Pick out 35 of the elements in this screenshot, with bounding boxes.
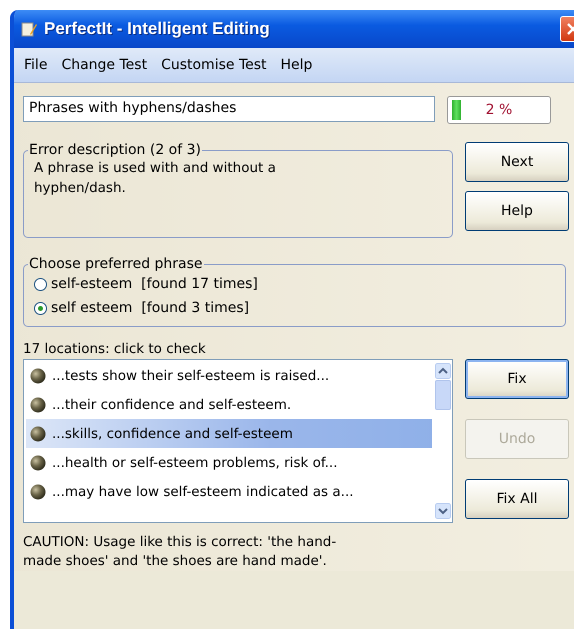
- group-title: Error description (2 of 3): [28, 142, 202, 158]
- app-icon: [20, 20, 38, 38]
- ball-icon: [30, 484, 46, 500]
- dialog-button[interactable]: Next: [465, 142, 569, 182]
- list-item[interactable]: ...their confidence and self-esteem.: [26, 390, 432, 419]
- test-field[interactable]: Phrases with hyphens/dashes: [23, 96, 435, 122]
- scroll-thumb[interactable]: [435, 380, 451, 410]
- locations-label: 17 locations: click to check: [23, 341, 207, 359]
- menu-item[interactable]: File: [24, 57, 48, 73]
- radio-button[interactable]: [34, 278, 47, 290]
- progress-reading: 2 %: [484, 102, 514, 118]
- ball-icon: [30, 454, 46, 470]
- ball-icon: [30, 396, 46, 412]
- menu-item[interactable]: Customise Test: [161, 57, 267, 73]
- list-item[interactable]: ...tests show their self-esteem is raised...: [26, 361, 432, 390]
- ball-icon: [30, 426, 46, 442]
- caution-text: CAUTION: Usage like this is correct: 'the hand-made shoes' and 'the shoes are hand made'.: [23, 533, 338, 571]
- scrollbar[interactable]: [435, 360, 452, 522]
- dialog-button[interactable]: Fix: [465, 359, 569, 399]
- list-item[interactable]: ...may have low self-esteem indicated as a...: [26, 477, 432, 506]
- option-label: self-esteem [found 17 times]: [51, 276, 258, 292]
- scroll-down-icon[interactable]: [435, 503, 451, 519]
- dialog-button[interactable]: Fix All: [465, 479, 569, 519]
- radio-button[interactable]: [34, 302, 47, 314]
- group-title: Choose preferred phrase: [28, 256, 204, 272]
- menu-item[interactable]: Help: [280, 57, 312, 73]
- scroll-up-icon[interactable]: [435, 363, 451, 379]
- dialog-button[interactable]: Help: [465, 191, 569, 231]
- window-title: PerfectIt - Intelligent Editing: [44, 19, 271, 39]
- option-label: self esteem [found 3 times]: [51, 300, 250, 316]
- ball-icon: [30, 368, 46, 384]
- list-item[interactable]: ...skills, confidence and self-esteem: [26, 419, 432, 448]
- menu-item[interactable]: Change Test: [61, 57, 148, 73]
- list-item[interactable]: ...health or self-esteem problems, risk of...: [26, 448, 432, 477]
- error-description-text: A phrase is used with and without a hyphen/dash.: [34, 159, 277, 198]
